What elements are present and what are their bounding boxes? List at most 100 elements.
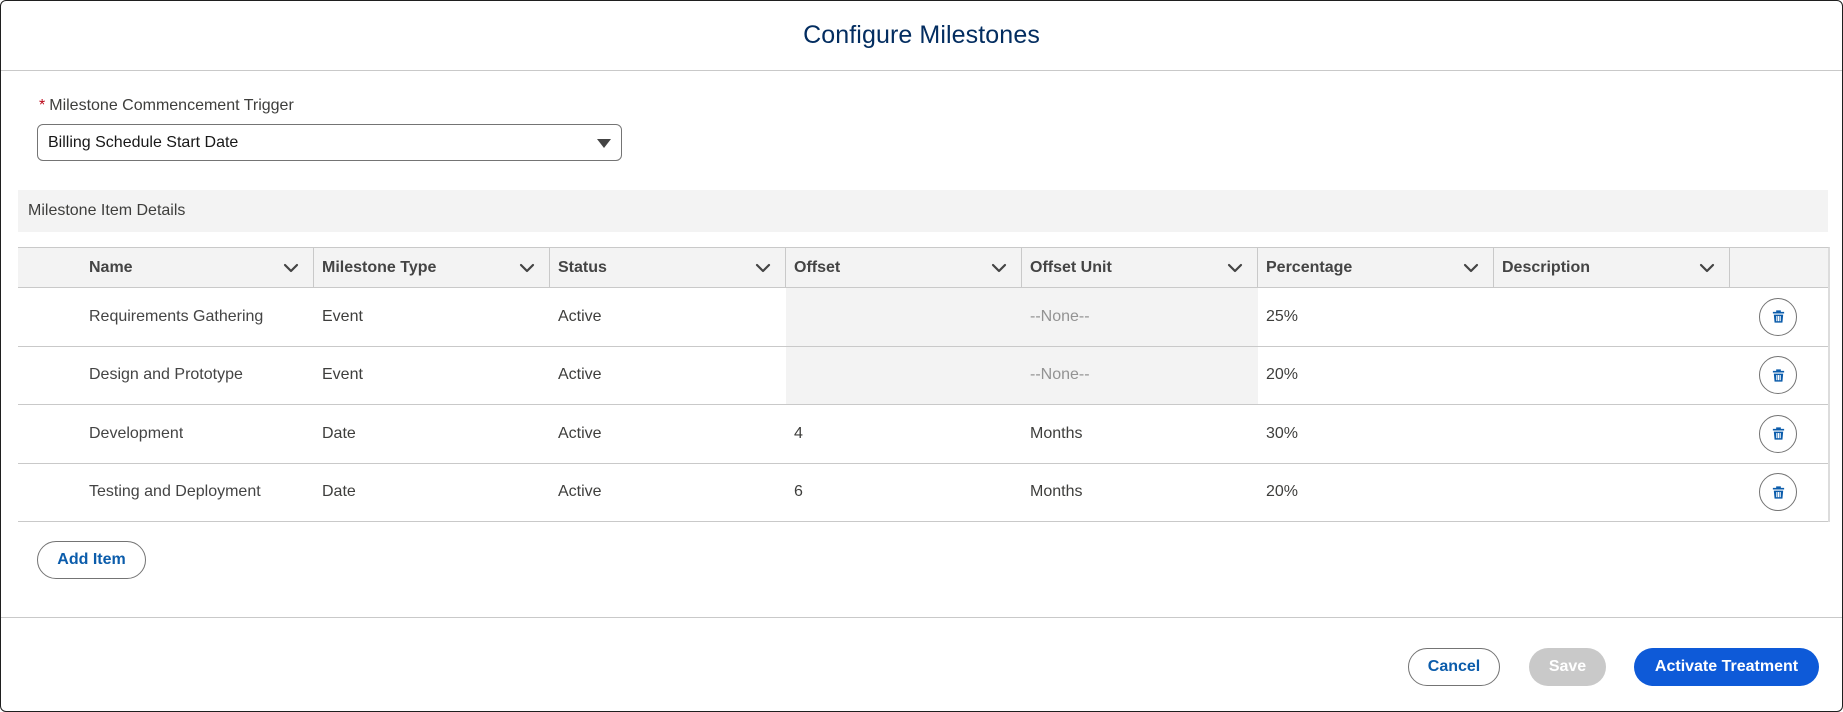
add-item-button[interactable]: Add Item <box>37 541 146 579</box>
cell-name[interactable]: Testing and Deployment <box>18 464 314 522</box>
cell-text: Active <box>558 424 602 442</box>
column-header-name[interactable]: Name <box>18 248 314 288</box>
cell-text: 20% <box>1266 366 1299 384</box>
cell-actions <box>1730 347 1826 405</box>
table-row: Development Date Active 4 Months 30% <box>18 405 1828 464</box>
cell-offset-unit[interactable]: Months <box>1022 405 1258 463</box>
combobox-value: Billing Schedule Start Date <box>48 133 239 151</box>
column-header-actions <box>1730 248 1826 288</box>
cell-text: Date <box>322 483 356 501</box>
trigger-label-text: Milestone Commencement Trigger <box>49 97 294 114</box>
column-header-label: Milestone Type <box>322 259 437 276</box>
column-header-milestone-type[interactable]: Milestone Type <box>314 248 550 288</box>
cell-offset[interactable]: 6 <box>786 464 1022 522</box>
cell-type[interactable]: Date <box>314 464 550 522</box>
chevron-down-icon[interactable] <box>1699 261 1715 273</box>
column-header-offset-unit[interactable]: Offset Unit <box>1022 248 1258 288</box>
chevron-down-icon[interactable] <box>1227 261 1243 273</box>
configure-milestones-modal: Configure Milestones * Milestone Commence… <box>0 0 1843 712</box>
cell-text: Date <box>322 424 356 442</box>
cancel-button[interactable]: Cancel <box>1408 648 1500 686</box>
cell-text: Months <box>1030 424 1083 442</box>
cell-offset-unit[interactable]: --None-- <box>1022 346 1258 404</box>
cell-type[interactable]: Date <box>314 405 550 463</box>
trigger-label: * Milestone Commencement Trigger <box>39 97 294 115</box>
cell-text: --None-- <box>1030 307 1090 325</box>
column-header-label: Description <box>1502 259 1591 276</box>
trash-icon <box>1771 426 1786 441</box>
column-header-label: Offset <box>794 259 841 276</box>
column-header-status[interactable]: Status <box>550 248 786 288</box>
column-header-description[interactable]: Description <box>1494 248 1730 288</box>
cell-percentage[interactable]: 20% <box>1258 464 1494 522</box>
column-header-label: Name <box>89 259 133 276</box>
table-body: Requirements Gathering Event Active --None-… <box>18 288 1828 522</box>
required-indicator: * <box>39 97 46 114</box>
column-header-label: Percentage <box>1266 259 1353 276</box>
cell-text: Months <box>1030 483 1083 501</box>
cell-percentage[interactable]: 25% <box>1258 288 1494 346</box>
cell-text: 20% <box>1266 483 1299 501</box>
trash-icon <box>1771 309 1786 324</box>
chevron-down-icon[interactable] <box>991 261 1007 273</box>
cell-status[interactable]: Active <box>550 405 786 463</box>
cell-offset[interactable] <box>786 288 1022 346</box>
cell-percentage[interactable]: 30% <box>1258 405 1494 463</box>
chevron-down-icon[interactable] <box>519 261 535 273</box>
column-header-percentage[interactable]: Percentage <box>1258 248 1494 288</box>
cell-description[interactable] <box>1494 347 1730 405</box>
cell-type[interactable]: Event <box>314 347 550 405</box>
cell-description[interactable] <box>1494 464 1730 522</box>
delete-row-button[interactable] <box>1759 473 1797 512</box>
cell-offset-unit[interactable]: Months <box>1022 464 1258 522</box>
cell-text: 30% <box>1266 424 1299 442</box>
cell-text: Active <box>558 307 602 325</box>
cell-text: Testing and Deployment <box>89 483 261 501</box>
chevron-down-icon[interactable] <box>283 261 299 273</box>
table-row: Testing and Deployment Date Active 6 Months 2… <box>18 463 1828 522</box>
cell-offset[interactable] <box>786 346 1022 404</box>
cell-offset-unit[interactable]: --None-- <box>1022 288 1258 346</box>
cell-type[interactable]: Event <box>314 288 550 346</box>
cell-text: 6 <box>794 483 803 501</box>
modal-title: Configure Milestones <box>803 21 1040 49</box>
cell-text: Event <box>322 307 363 325</box>
cell-name[interactable]: Design and Prototype <box>18 347 314 405</box>
cell-text: Event <box>322 366 363 384</box>
cell-description[interactable] <box>1494 405 1730 463</box>
modal-header: Configure Milestones <box>1 1 1842 71</box>
cell-text: Active <box>558 366 602 384</box>
chevron-down-icon[interactable] <box>1463 261 1479 273</box>
section-header: Milestone Item Details <box>18 190 1828 232</box>
cell-name[interactable]: Development <box>18 405 314 463</box>
chevron-down-icon[interactable] <box>755 261 771 273</box>
delete-row-button[interactable] <box>1759 414 1797 453</box>
cell-text: Requirements Gathering <box>89 307 264 325</box>
cell-offset[interactable]: 4 <box>786 405 1022 463</box>
section-title: Milestone Item Details <box>28 202 186 219</box>
cell-text: Design and Prototype <box>89 366 243 384</box>
cell-name[interactable]: Requirements Gathering <box>18 288 314 346</box>
cell-text: 4 <box>794 424 803 442</box>
cell-text: --None-- <box>1030 366 1090 384</box>
cell-text: Development <box>89 424 184 442</box>
table-row: Design and Prototype Event Active --None-- 2… <box>18 346 1828 405</box>
table-row: Requirements Gathering Event Active --None-… <box>18 288 1828 347</box>
column-header-label: Offset Unit <box>1030 259 1112 276</box>
delete-row-button[interactable] <box>1759 356 1797 395</box>
milestone-items-table: Name Milestone Type Status Offset Offset Uni… <box>18 247 1830 522</box>
trash-icon <box>1771 485 1786 500</box>
cell-status[interactable]: Active <box>550 347 786 405</box>
cell-status[interactable]: Active <box>550 288 786 346</box>
cell-description[interactable] <box>1494 288 1730 346</box>
commencement-trigger-combobox[interactable]: Billing Schedule Start Date <box>37 124 622 161</box>
cell-status[interactable]: Active <box>550 464 786 522</box>
table-header: Name Milestone Type Status Offset Offset Uni… <box>18 248 1828 288</box>
save-button[interactable]: Save <box>1529 648 1606 686</box>
delete-row-button[interactable] <box>1759 297 1797 336</box>
cell-actions <box>1730 405 1826 463</box>
cell-text: 25% <box>1266 307 1299 325</box>
column-header-offset[interactable]: Offset <box>786 248 1022 288</box>
activate-treatment-button[interactable]: Activate Treatment <box>1634 648 1819 686</box>
cell-percentage[interactable]: 20% <box>1258 347 1494 405</box>
